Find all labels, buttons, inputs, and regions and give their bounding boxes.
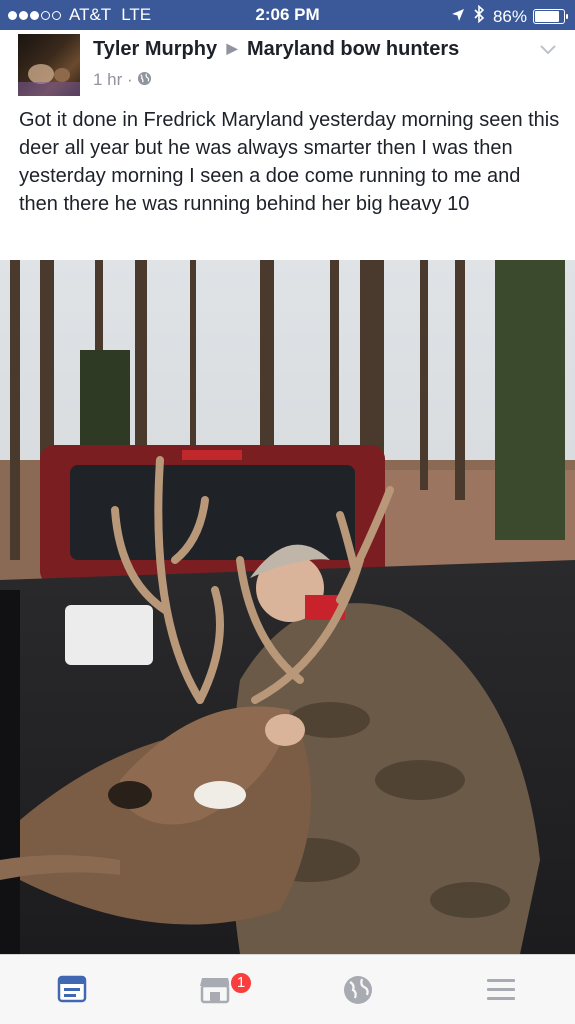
post-timestamp[interactable]: 1 hr xyxy=(93,70,122,90)
battery-level xyxy=(535,11,560,22)
tab-news-feed[interactable] xyxy=(0,955,143,1024)
hamburger-menu-icon xyxy=(486,979,515,1000)
author-name[interactable]: Tyler Murphy xyxy=(93,38,217,60)
chevron-down-icon[interactable] xyxy=(539,40,557,58)
bottom-tab-bar: 1 xyxy=(0,954,575,1024)
tab-notifications[interactable] xyxy=(286,955,429,1024)
post-photo[interactable] xyxy=(0,260,575,954)
post-meta: 1 hr · xyxy=(93,70,152,90)
share-arrow-icon: ▶ xyxy=(226,40,238,56)
bluetooth-icon xyxy=(473,4,485,28)
battery-icon xyxy=(533,9,568,24)
globe-icon xyxy=(343,976,372,1004)
post-text: Got it done in Fredrick Maryland yesterd… xyxy=(19,109,560,215)
news-feed-icon xyxy=(57,975,86,1003)
tab-menu[interactable] xyxy=(429,955,572,1024)
location-arrow-icon xyxy=(451,7,465,27)
status-bar: AT&T LTE 2:06 PM 86% xyxy=(0,0,575,30)
poster-line: Tyler Murphy ▶ Maryland bow hunters xyxy=(93,38,459,61)
group-name[interactable]: Maryland bow hunters xyxy=(247,38,459,60)
tab-marketplace[interactable]: 1 xyxy=(143,955,286,1024)
notification-badge: 1 xyxy=(229,971,253,995)
battery-percent: 86% xyxy=(492,6,527,26)
author-avatar[interactable] xyxy=(18,34,80,96)
status-right: 86% xyxy=(451,4,568,28)
post-header: Tyler Murphy ▶ Maryland bow hunters 1 hr… xyxy=(0,30,575,102)
meta-separator: · xyxy=(127,70,133,89)
globe-icon xyxy=(137,71,152,89)
marketplace-icon xyxy=(199,978,230,1004)
